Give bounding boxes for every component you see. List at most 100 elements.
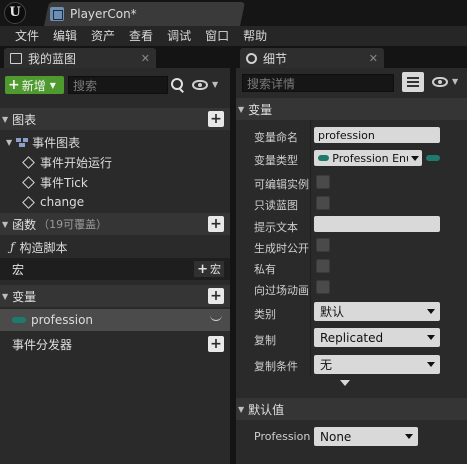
replication-condition-dropdown[interactable]: 无 — [314, 355, 440, 374]
section-graphs-label: 图表 — [12, 112, 37, 127]
collapse-arrow-icon: ▼ — [2, 291, 9, 301]
plus-icon: + — [197, 261, 208, 277]
variable-item-profession[interactable]: profession — [0, 309, 230, 331]
menu-edit[interactable]: 编辑 — [46, 26, 84, 46]
close-icon[interactable]: ✕ — [369, 52, 378, 65]
section-event-dispatchers[interactable]: 事件分发器 + — [0, 333, 230, 355]
event-item-change[interactable]: change — [0, 191, 230, 213]
chevron-down-icon — [405, 434, 413, 439]
property-matrix-button[interactable] — [402, 72, 424, 92]
event-item-begin-play[interactable]: 事件开始运行 — [0, 151, 230, 173]
section-default-value[interactable]: ▼ 默认值 — [236, 398, 467, 420]
replication-condition-label: 复制条件 — [254, 360, 298, 373]
event-diamond-icon — [22, 155, 35, 169]
chevron-down-icon[interactable]: ▼ — [212, 80, 218, 89]
construction-script-item[interactable]: ƒ 构造脚本 — [0, 236, 230, 258]
event-graph-label: 事件图表 — [32, 135, 81, 150]
replication-label: 复制 — [254, 334, 276, 347]
variable-name-field[interactable]: profession — [314, 127, 440, 143]
function-icon: ƒ — [10, 240, 15, 254]
menu-help[interactable]: 帮助 — [236, 26, 274, 46]
section-variables[interactable]: ▼ 变量 + — [0, 285, 230, 307]
add-dispatcher-button[interactable]: + — [208, 336, 224, 352]
visibility-eye-icon[interactable] — [192, 80, 208, 90]
blueprint-search-input[interactable]: 搜索 — [68, 76, 168, 94]
collapse-arrow-icon: ▼ — [238, 104, 245, 114]
tooltip-label: 提示文本 — [254, 221, 298, 234]
menu-bar: 文件 编辑 资产 查看 调试 窗口 帮助 — [0, 26, 467, 46]
replicated-icon — [210, 315, 222, 321]
private-label: 私有 — [254, 263, 276, 276]
chevron-down-icon — [427, 309, 435, 314]
section-functions[interactable]: ▼ 函数 （19可覆盖） + — [0, 213, 230, 235]
tab-details[interactable]: 细节 ✕ — [240, 48, 384, 68]
blueprint-search-placeholder: 搜索 — [73, 78, 98, 93]
advanced-expander[interactable] — [236, 376, 467, 392]
tab-my-blueprint-label: 我的蓝图 — [28, 51, 77, 66]
section-functions-label: 函数 — [12, 217, 37, 232]
variable-name-value: profession — [318, 128, 375, 142]
expose-on-spawn-label: 生成时公开 — [254, 242, 309, 255]
section-variable-label: 变量 — [248, 102, 273, 117]
expose-cinematics-label: 向过场动画 — [254, 284, 309, 297]
collapse-arrow-icon: ▼ — [6, 137, 13, 147]
add-graph-button[interactable]: + — [208, 111, 224, 127]
menu-asset[interactable]: 资产 — [84, 26, 122, 46]
menu-window[interactable]: 窗口 — [198, 26, 236, 46]
menu-file[interactable]: 文件 — [8, 26, 46, 46]
instance-editable-label: 可编辑实例 — [254, 178, 309, 191]
graph-icon — [16, 137, 29, 147]
expose-cinematics-checkbox[interactable] — [316, 280, 330, 294]
section-variable[interactable]: ▼ 变量 — [236, 98, 467, 120]
category-dropdown[interactable]: 默认 — [314, 302, 440, 321]
close-icon[interactable]: ✕ — [141, 52, 150, 65]
search-icon[interactable] — [170, 78, 184, 92]
add-new-label: 新增 — [21, 78, 46, 93]
unreal-logo-icon: U — [4, 2, 26, 24]
add-macro-button[interactable]: + 宏 — [194, 261, 224, 277]
section-macros[interactable]: 宏 + 宏 — [0, 258, 230, 280]
replication-value: Replicated — [320, 330, 384, 345]
add-new-button[interactable]: + 新增 ▼ — [5, 76, 64, 94]
chevron-down-icon[interactable]: ▼ — [452, 77, 458, 86]
add-function-button[interactable]: + — [208, 216, 224, 232]
variable-type-label: 变量类型 — [254, 154, 298, 167]
collapse-arrow-icon: ▼ — [2, 114, 9, 124]
default-profession-dropdown[interactable]: None — [314, 427, 418, 446]
visibility-eye-icon[interactable] — [432, 77, 448, 87]
section-default-value-label: 默认值 — [248, 402, 285, 417]
replication-dropdown[interactable]: Replicated — [314, 328, 440, 347]
event-graph-item[interactable]: ▼ 事件图表 — [0, 131, 230, 153]
chevron-down-icon: ▼ — [49, 80, 56, 90]
event-diamond-icon — [22, 175, 35, 189]
magnifier-icon — [246, 52, 257, 64]
tab-details-label: 细节 — [263, 51, 288, 66]
event-begin-play-label: 事件开始运行 — [40, 155, 113, 170]
details-search-placeholder: 搜索详情 — [247, 76, 296, 91]
instance-editable-checkbox[interactable] — [316, 175, 330, 189]
document-tab-title: PlayerCon* — [70, 7, 137, 21]
blueprint-readonly-checkbox[interactable] — [316, 196, 330, 210]
enum-type-pill-icon — [12, 317, 26, 323]
menu-view[interactable]: 查看 — [122, 26, 160, 46]
add-variable-button[interactable]: + — [208, 288, 224, 304]
details-search-input[interactable]: 搜索详情 — [242, 74, 394, 92]
tooltip-field[interactable] — [314, 216, 440, 232]
expand-advanced-icon — [340, 380, 350, 386]
chevron-down-icon — [411, 155, 419, 161]
menu-debug[interactable]: 调试 — [160, 26, 198, 46]
variable-type-value: Profession Enu — [332, 151, 408, 165]
grid-icon — [407, 77, 419, 87]
variable-type-dropdown[interactable]: Profession Enu — [314, 150, 422, 166]
construction-script-label: 构造脚本 — [19, 240, 68, 255]
expose-on-spawn-checkbox[interactable] — [316, 238, 330, 252]
private-checkbox[interactable] — [316, 259, 330, 273]
enum-type-pill-icon — [318, 155, 330, 161]
container-type-pill-icon[interactable] — [426, 155, 440, 161]
replication-condition-value: 无 — [320, 358, 333, 372]
section-graphs[interactable]: ▼ 图表 + — [0, 108, 230, 130]
tab-my-blueprint[interactable]: 我的蓝图 ✕ — [4, 48, 156, 68]
event-change-label: change — [40, 195, 85, 209]
default-profession-label: Profession — [254, 430, 311, 443]
event-item-tick[interactable]: 事件Tick — [0, 171, 230, 193]
